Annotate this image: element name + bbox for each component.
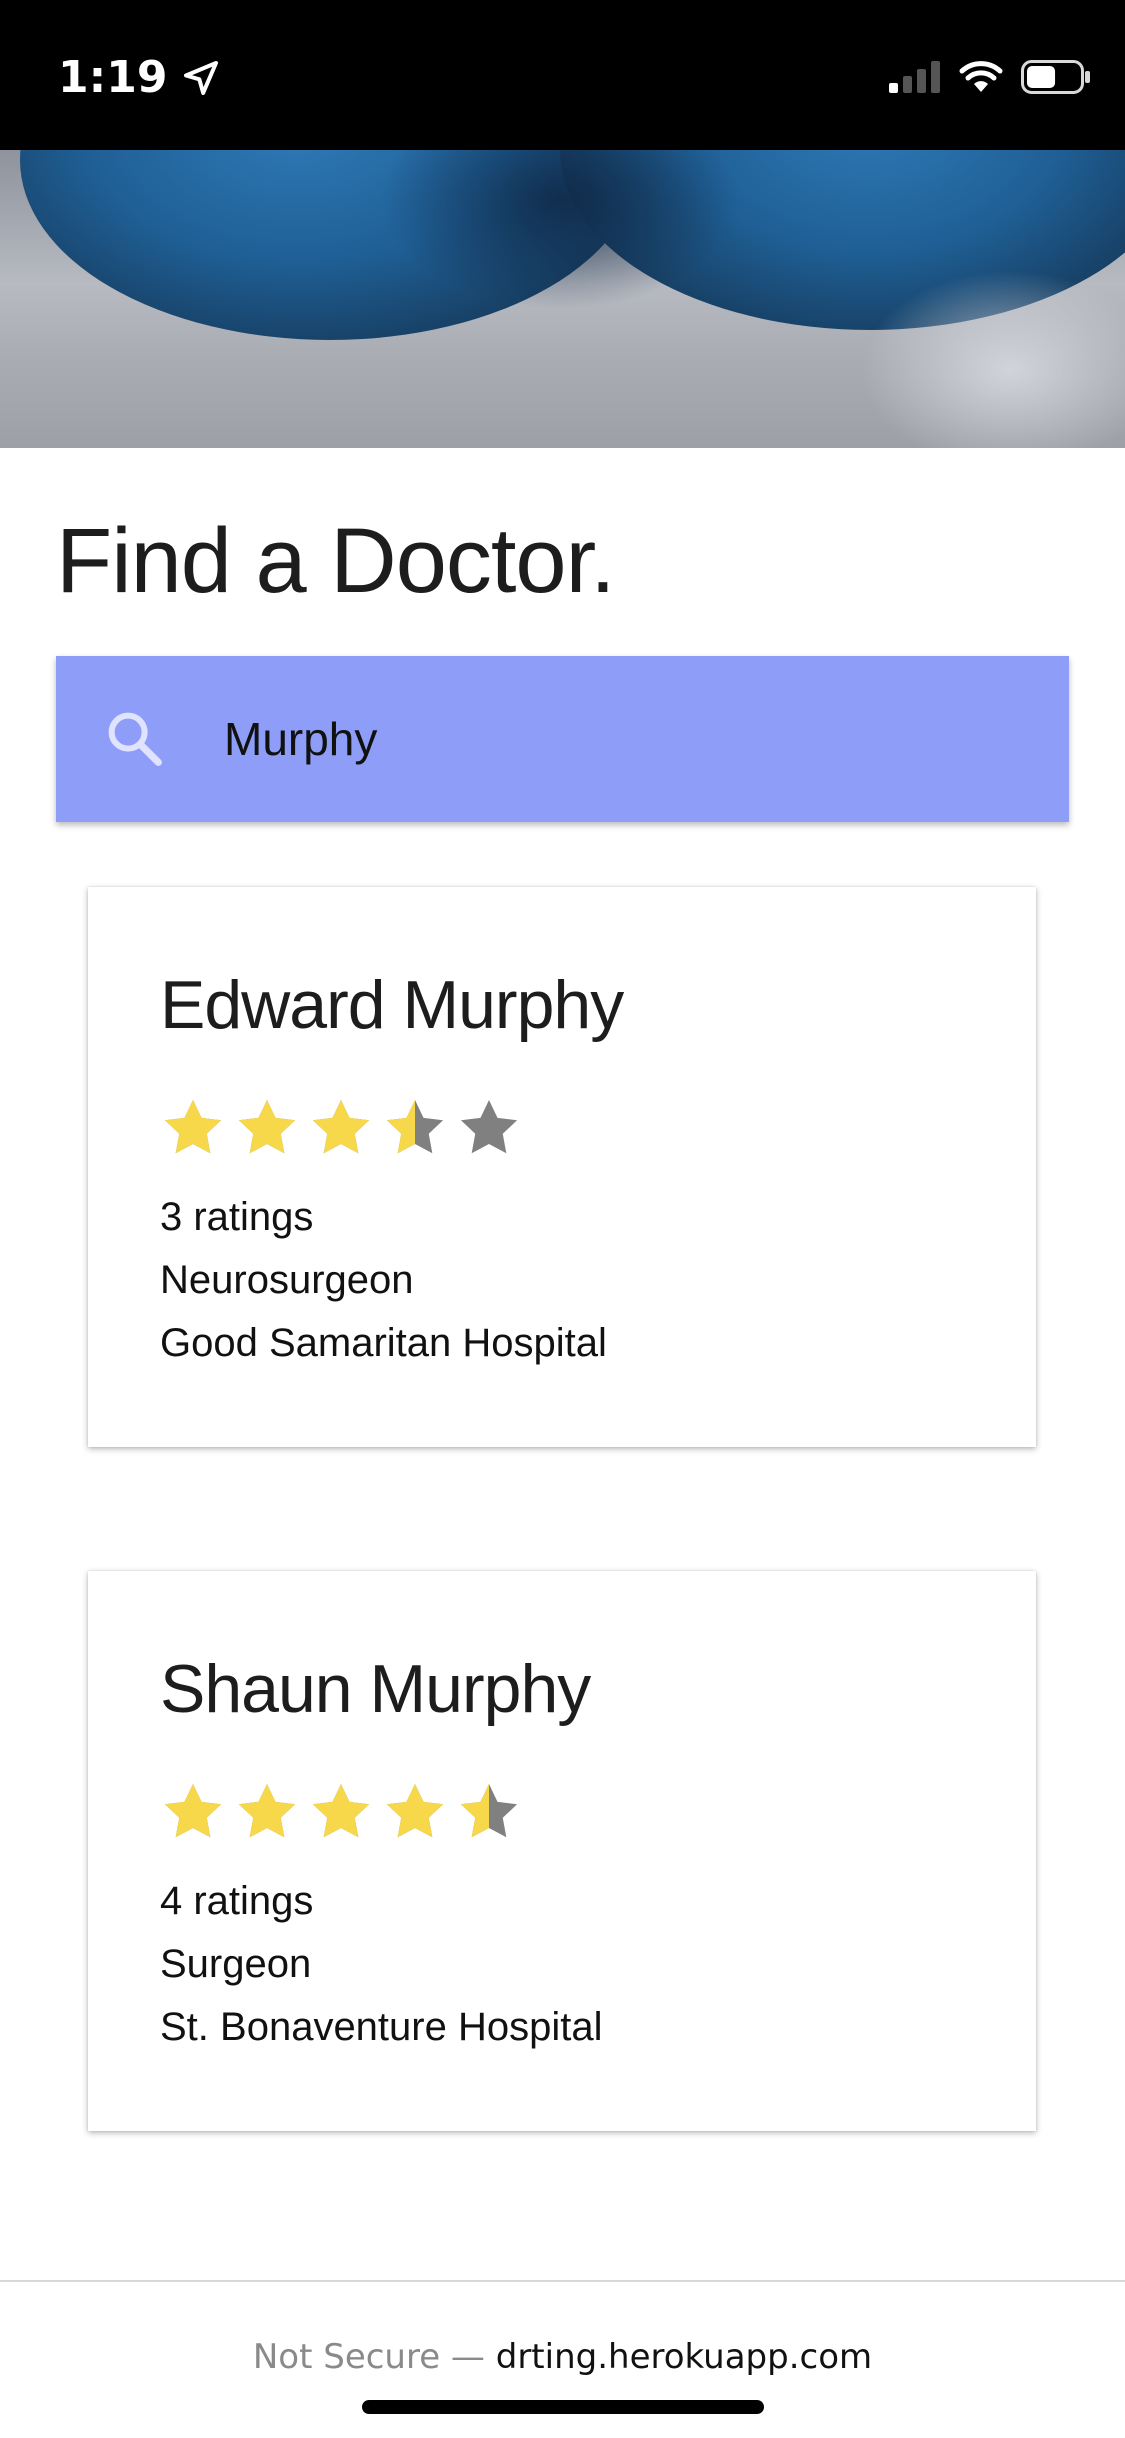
doctor-card[interactable]: Shaun Murphy 4 ratings Surgeon St. Bonav… — [88, 1571, 1036, 2131]
ratings-count: 4 ratings — [160, 1879, 314, 1923]
star-filled-icon — [386, 1783, 444, 1838]
star-rating — [160, 1779, 522, 1845]
status-indicators — [889, 60, 1091, 94]
search-bar[interactable] — [56, 656, 1069, 822]
doctor-hospital: Good Samaritan Hospital — [160, 1321, 607, 1365]
location-arrow-icon — [184, 60, 219, 95]
doctor-specialty: Neurosurgeon — [160, 1258, 414, 1302]
battery-icon — [1021, 60, 1090, 94]
star-filled-icon — [164, 1783, 222, 1838]
url-display[interactable]: Not Secure — drting.herokuapp.com — [0, 2340, 1125, 2374]
status-bar: 1:19 — [0, 0, 1125, 150]
star-empty-icon — [460, 1099, 518, 1154]
doctor-hospital: St. Bonaventure Hospital — [160, 2005, 603, 2049]
browser-address-bar[interactable]: Not Secure — drting.herokuapp.com — [0, 2280, 1125, 2438]
star-filled-icon — [238, 1099, 296, 1154]
star-half-icon — [460, 1783, 518, 1838]
star-filled-icon — [312, 1783, 370, 1838]
hero-photo — [0, 150, 1125, 448]
status-time-group: 1:19 — [58, 52, 221, 103]
doctor-card[interactable]: Edward Murphy 3 ratings Neurosurgeon Goo… — [88, 887, 1036, 1447]
search-input[interactable] — [224, 696, 1024, 782]
ratings-count: 3 ratings — [160, 1195, 314, 1239]
wifi-icon — [959, 61, 1003, 92]
home-indicator[interactable] — [362, 2400, 764, 2414]
search-icon[interactable] — [102, 706, 168, 772]
cellular-signal-icon — [889, 61, 940, 93]
status-time: 1:19 — [58, 52, 168, 103]
page-title: Find a Doctor. — [56, 510, 616, 612]
doctor-name: Shaun Murphy — [160, 1651, 591, 1727]
star-filled-icon — [238, 1783, 296, 1838]
star-rating — [160, 1095, 522, 1161]
doctor-specialty: Surgeon — [160, 1942, 312, 1986]
star-filled-icon — [312, 1099, 370, 1154]
url-domain: drting.herokuapp.com — [495, 2337, 873, 2377]
security-label: Not Secure — — [252, 2337, 485, 2377]
doctor-name: Edward Murphy — [160, 967, 624, 1043]
star-filled-icon — [164, 1099, 222, 1154]
star-half-icon — [386, 1099, 444, 1154]
